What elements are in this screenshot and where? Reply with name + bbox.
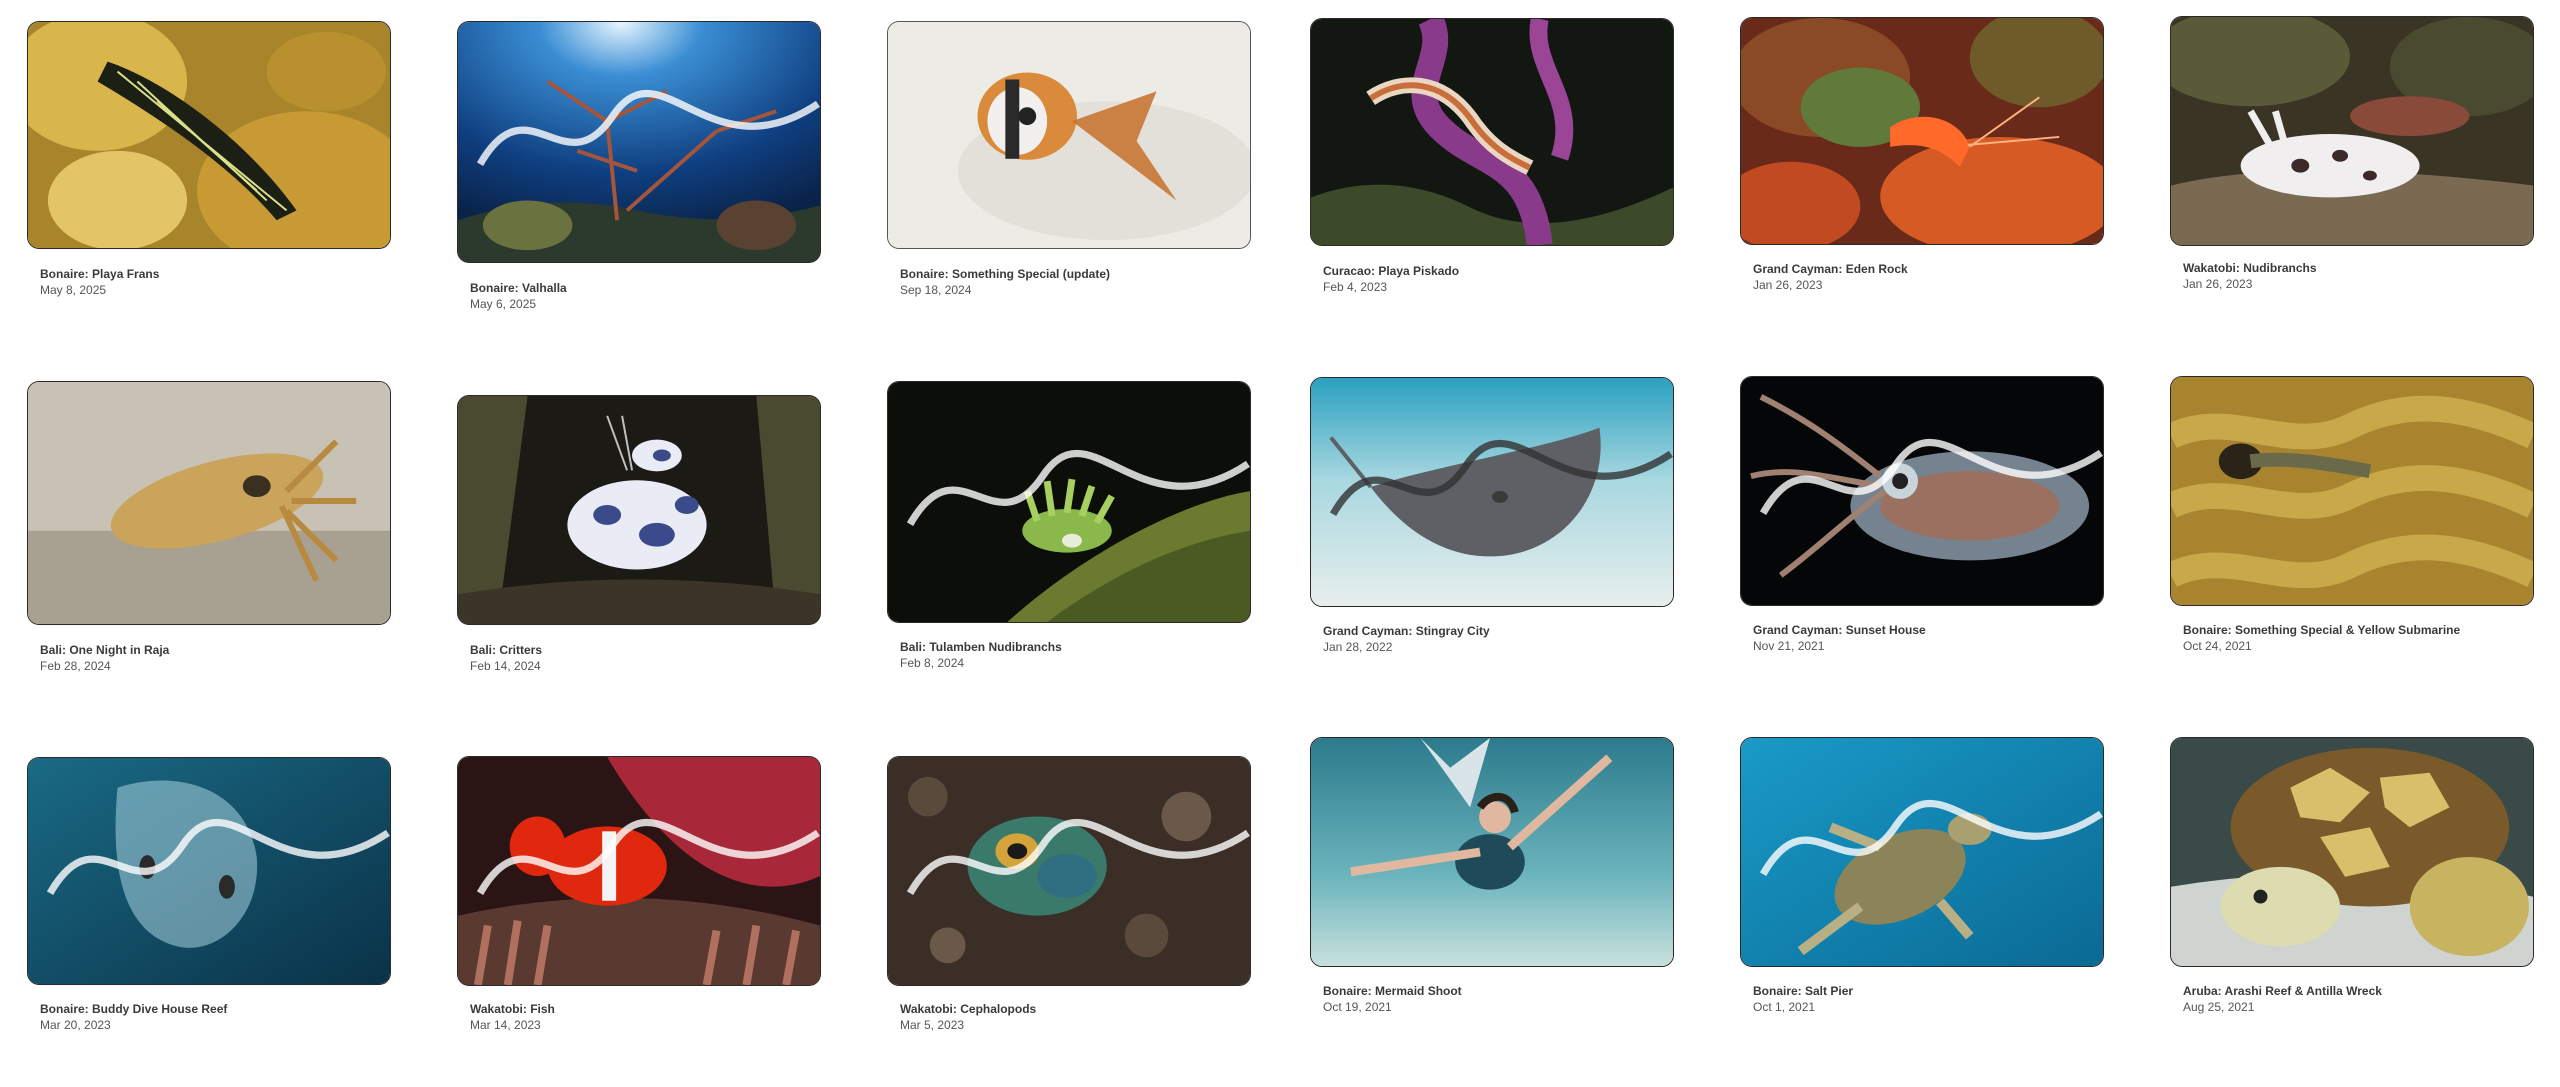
nudibranch-photo-icon (2171, 17, 2533, 245)
gallery-title[interactable]: Curacao: Playa Piskado (1323, 263, 1459, 279)
gallery-date: May 6, 2025 (470, 297, 537, 311)
signature-watermark-icon (1329, 440, 1673, 516)
gallery-caption: Bonaire: Mermaid Shoot Oct 19, 2021 (1323, 983, 1462, 1015)
gallery-caption: Grand Cayman: Stingray City Jan 28, 2022 (1323, 623, 1490, 655)
gallery-date: Oct 1, 2021 (1753, 1000, 1816, 1014)
gallery-title[interactable]: Bonaire: Buddy Dive House Reef (40, 1001, 227, 1017)
gallery-thumbnail[interactable] (887, 756, 1251, 986)
gallery-caption: Bonaire: Valhalla May 6, 2025 (470, 280, 567, 312)
gallery-title[interactable]: Bonaire: Mermaid Shoot (1323, 983, 1462, 999)
gallery-thumbnail[interactable] (1310, 737, 1674, 967)
gallery-title[interactable]: Bali: Critters (470, 642, 542, 658)
gallery-caption: Bali: Tulamben Nudibranchs Feb 8, 2024 (900, 639, 1062, 671)
gallery-caption: Wakatobi: Fish Mar 14, 2023 (470, 1001, 555, 1033)
gallery-thumbnail[interactable] (887, 21, 1251, 249)
gallery-date: Aug 25, 2021 (2183, 1000, 2255, 1014)
cuttlefish-photo-icon (28, 382, 390, 624)
gallery-thumbnail[interactable] (1740, 17, 2104, 245)
gallery-caption: Bonaire: Salt Pier Oct 1, 2021 (1753, 983, 1853, 1015)
gallery-date: Oct 24, 2021 (2183, 639, 2252, 653)
gallery-title[interactable]: Bonaire: Playa Frans (40, 266, 159, 282)
gallery-date: Feb 8, 2024 (900, 656, 965, 670)
gallery-caption: Bali: Critters Feb 14, 2024 (470, 642, 542, 674)
gallery-title[interactable]: Bali: One Night in Raja (40, 642, 169, 658)
gallery-thumbnail[interactable] (457, 756, 821, 986)
gallery-thumbnail[interactable] (2170, 16, 2534, 246)
fireworm-photo-icon (1311, 19, 1673, 245)
gallery-caption: Wakatobi: Cephalopods Mar 5, 2023 (900, 1001, 1036, 1033)
gallery-thumbnail[interactable] (1310, 377, 1674, 607)
gallery-caption: Bonaire: Playa Frans May 8, 2025 (40, 266, 159, 298)
turtle-photo-icon (2171, 738, 2533, 966)
signature-watermark-icon (1759, 800, 2103, 876)
gallery-date: Feb 28, 2024 (40, 659, 111, 673)
gallery-title[interactable]: Bonaire: Something Special & Yellow Subm… (2183, 622, 2460, 638)
gallery-caption: Bonaire: Something Special & Yellow Subm… (2183, 622, 2460, 654)
gallery-title[interactable]: Wakatobi: Cephalopods (900, 1001, 1036, 1017)
gallery-title[interactable]: Aruba: Arashi Reef & Antilla Wreck (2183, 983, 2382, 999)
gallery-title[interactable]: Bonaire: Valhalla (470, 280, 567, 296)
gallery-date: Nov 21, 2021 (1753, 639, 1825, 653)
gallery-title[interactable]: Grand Cayman: Stingray City (1323, 623, 1490, 639)
gallery-thumbnail[interactable] (1740, 737, 2104, 967)
gallery-title[interactable]: Bonaire: Salt Pier (1753, 983, 1853, 999)
gallery-title[interactable]: Bonaire: Something Special (update) (900, 266, 1110, 282)
gallery-date: Mar 5, 2023 (900, 1018, 965, 1032)
gallery-title[interactable]: Grand Cayman: Sunset House (1753, 622, 1926, 638)
signature-watermark-icon (476, 90, 820, 166)
gallery-date: Oct 19, 2021 (1323, 1000, 1392, 1014)
gallery-thumbnail[interactable] (887, 381, 1251, 623)
gallery-date: Sep 18, 2024 (900, 283, 972, 297)
gallery-thumbnail[interactable] (27, 21, 391, 249)
gallery-caption: Wakatobi: Nudibranchs Jan 26, 2023 (2183, 260, 2317, 292)
gallery-thumbnail[interactable] (457, 395, 821, 625)
gallery-date: Mar 14, 2023 (470, 1018, 541, 1032)
shrimp-photo-icon (1741, 18, 2103, 244)
gallery-caption: Bali: One Night in Raja Feb 28, 2024 (40, 642, 169, 674)
gallery-thumbnail[interactable] (27, 381, 391, 625)
gallery-date: Mar 20, 2023 (40, 1018, 111, 1032)
gallery-caption: Bonaire: Buddy Dive House Reef Mar 20, 2… (40, 1001, 227, 1033)
gallery-caption: Bonaire: Something Special (update) Sep … (900, 266, 1110, 298)
gallery-title[interactable]: Bali: Tulamben Nudibranchs (900, 639, 1062, 655)
blenny-photo-icon (2171, 377, 2533, 605)
harlequin-shrimp-photo-icon (458, 396, 820, 624)
fish-photo-icon (888, 22, 1250, 248)
mermaid-photo-icon (1311, 738, 1673, 966)
gallery-date: Jan 26, 2023 (1753, 278, 1823, 292)
signature-watermark-icon (476, 819, 820, 895)
gallery-thumbnail[interactable] (1740, 376, 2104, 606)
gallery-thumbnail[interactable] (27, 757, 391, 985)
nudibranch-photo-icon (28, 22, 390, 248)
gallery-date: May 8, 2025 (40, 283, 107, 297)
gallery-date: Jan 26, 2023 (2183, 277, 2253, 291)
gallery-caption: Grand Cayman: Sunset House Nov 21, 2021 (1753, 622, 1926, 654)
photo-gallery-grid: Bonaire: Playa Frans May 8, 2025 Bonaire… (0, 0, 2560, 1087)
gallery-thumbnail[interactable] (1310, 18, 1674, 246)
signature-watermark-icon (1759, 439, 2103, 515)
gallery-date: Feb 4, 2023 (1323, 280, 1388, 294)
gallery-title[interactable]: Wakatobi: Nudibranchs (2183, 260, 2317, 276)
gallery-title[interactable]: Wakatobi: Fish (470, 1001, 555, 1017)
signature-watermark-icon (906, 819, 1250, 895)
gallery-thumbnail[interactable] (457, 21, 821, 263)
gallery-title[interactable]: Grand Cayman: Eden Rock (1753, 261, 1908, 277)
gallery-caption: Aruba: Arashi Reef & Antilla Wreck Aug 2… (2183, 983, 2382, 1015)
gallery-caption: Curacao: Playa Piskado Feb 4, 2023 (1323, 263, 1459, 295)
gallery-thumbnail[interactable] (2170, 376, 2534, 606)
gallery-thumbnail[interactable] (2170, 737, 2534, 967)
signature-watermark-icon (906, 450, 1250, 526)
gallery-date: Feb 14, 2024 (470, 659, 541, 673)
signature-watermark-icon (46, 819, 390, 895)
gallery-date: Jan 28, 2022 (1323, 640, 1393, 654)
gallery-caption: Grand Cayman: Eden Rock Jan 26, 2023 (1753, 261, 1908, 293)
